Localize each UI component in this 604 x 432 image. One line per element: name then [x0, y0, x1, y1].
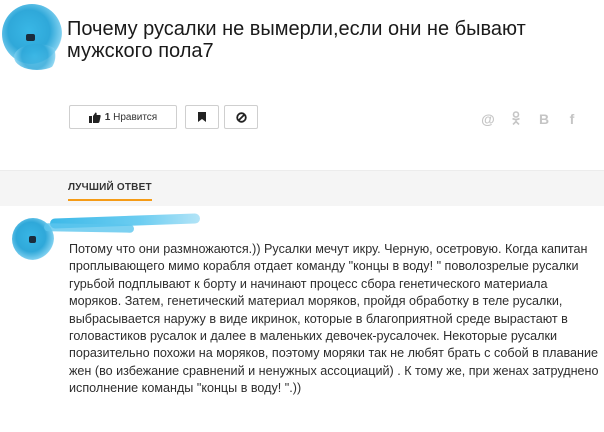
mail-share-icon[interactable]: @ [480, 111, 496, 128]
best-answer-label: ЛУЧШИЙ ОТВЕТ [68, 182, 152, 201]
bookmark-button[interactable] [185, 105, 219, 129]
best-answer-section: Потому что они размножаются.)) Русалки м… [0, 206, 604, 432]
like-label: Нравится [113, 111, 158, 123]
question-section: Почему русалки не вымерли,если они не бы… [0, 0, 604, 170]
bookmark-icon [198, 112, 206, 122]
avatar-scribble [14, 44, 60, 70]
name-scribble [43, 223, 135, 233]
like-button[interactable]: 1 Нравится [69, 105, 177, 129]
vk-share-icon[interactable]: В [536, 111, 552, 128]
block-icon [235, 111, 247, 123]
answer-text: Потому что они размножаются.)) Русалки м… [69, 242, 599, 396]
like-count: 1 [104, 111, 111, 123]
facebook-share-icon[interactable]: f [564, 111, 580, 128]
block-button[interactable] [224, 105, 258, 129]
odnoklassniki-share-icon[interactable] [508, 111, 524, 128]
share-icons: @ В f [480, 111, 580, 128]
thumbs-up-icon [88, 112, 101, 123]
question-title: Почему русалки не вымерли,если они не бы… [67, 18, 526, 62]
